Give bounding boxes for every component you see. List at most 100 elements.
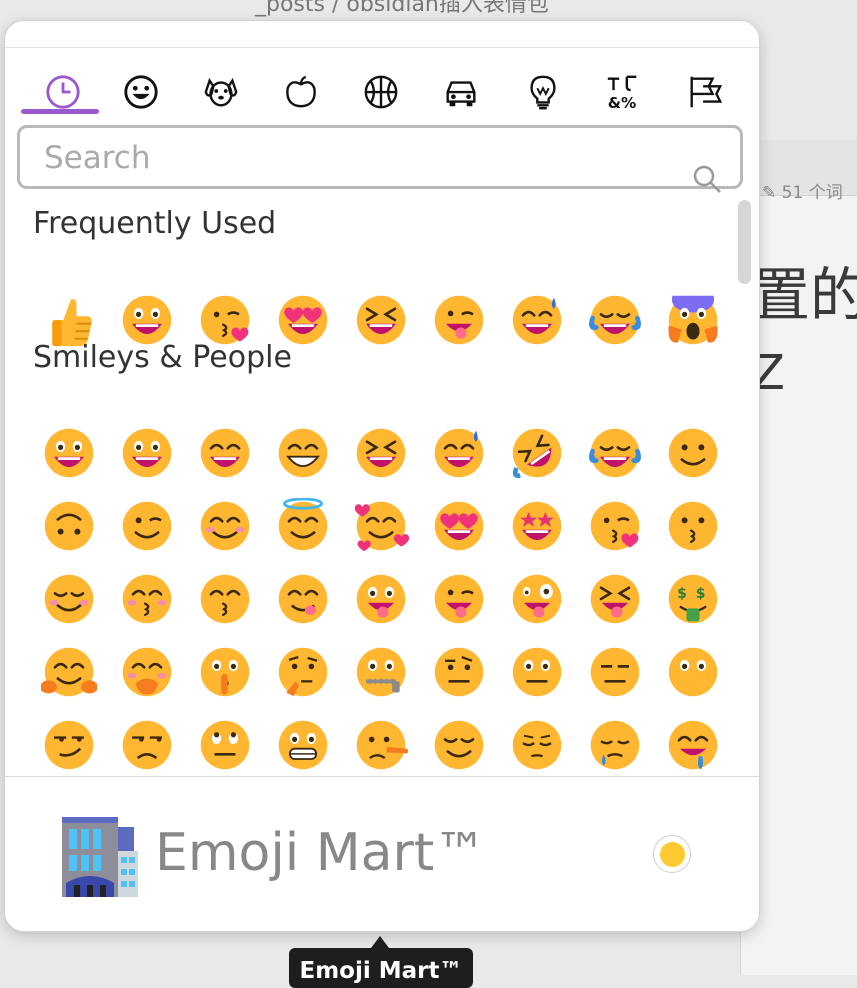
zany-icon (512, 574, 562, 624)
kissing-emoji-17[interactable] (663, 496, 723, 556)
expressionless-icon (590, 647, 640, 697)
category-flags-icon[interactable] (679, 69, 731, 115)
tooltip-arrow (371, 936, 389, 948)
grinning-big-eyes-icon (122, 428, 172, 478)
category-smileys-icon[interactable] (115, 69, 167, 115)
tears-of-joy-emoji-7[interactable] (585, 423, 645, 483)
smiling-hearts-icon (354, 501, 409, 552)
squinting-laugh-icon (356, 428, 406, 478)
screaming-fear-emoji-8[interactable] (663, 290, 723, 350)
category-places-icon[interactable] (435, 69, 487, 115)
section-title-frequent: Frequently Used (33, 206, 277, 241)
kissing-closed-eyes-icon (122, 574, 172, 624)
grimacing-grin-icon (278, 428, 328, 478)
heart-eyes-emoji-14[interactable] (429, 496, 489, 556)
skin-tone-button[interactable] (653, 835, 691, 873)
category-objects-icon[interactable] (517, 69, 569, 115)
neutral-emoji-33[interactable] (507, 642, 567, 702)
lying-emoji-40[interactable] (351, 715, 411, 775)
zipper-mouth-emoji-31[interactable] (351, 642, 411, 702)
star-struck-emoji-15[interactable] (507, 496, 567, 556)
pensive-emoji-42[interactable] (507, 715, 567, 775)
svg-text:&%: &% (608, 94, 636, 111)
grimacing-icon (278, 720, 328, 770)
category-nature-icon[interactable] (195, 69, 247, 115)
unamused-emoji-37[interactable] (117, 715, 177, 775)
emoji-picker: &% Frequently Used Smileys & People $$ (4, 20, 760, 932)
squinting-laugh-emoji-4[interactable] (351, 423, 411, 483)
sweat-smile-icon (512, 295, 562, 345)
raised-eyebrow-emoji-32[interactable] (429, 642, 489, 702)
search-input[interactable] (42, 134, 666, 182)
grimacing-emoji-39[interactable] (273, 715, 333, 775)
smirk-emoji-36[interactable] (39, 715, 99, 775)
basketball-icon (364, 75, 398, 109)
hand-over-mouth-emoji-28[interactable] (117, 642, 177, 702)
sweat-smile-icon (434, 428, 484, 478)
preview-title: Emoji Mart™ (155, 823, 487, 883)
sweat-smile-emoji-6[interactable] (507, 290, 567, 350)
smiling-hearts-emoji-13[interactable] (351, 496, 411, 556)
no-mouth-emoji-35[interactable] (663, 642, 723, 702)
scrollbar-thumb[interactable] (738, 200, 751, 284)
winking-tongue-icon (434, 295, 484, 345)
expressionless-emoji-34[interactable] (585, 642, 645, 702)
tongue-icon (356, 574, 406, 624)
shushing-emoji-29[interactable] (195, 642, 255, 702)
flags-icon (690, 76, 723, 108)
tears-of-joy-emoji-7[interactable] (585, 290, 645, 350)
beaming-emoji-2[interactable] (195, 423, 255, 483)
relaxed-icon (44, 574, 94, 624)
dog-icon (204, 77, 238, 107)
grinning-big-eyes-emoji-0[interactable] (39, 423, 99, 483)
kissing-heart-icon (590, 501, 640, 551)
hugging-emoji-27[interactable] (39, 642, 99, 702)
wink-icon (122, 501, 172, 551)
unamused-icon (122, 720, 172, 770)
relieved-emoji-41[interactable] (429, 715, 489, 775)
background-heading: 置的 (752, 261, 857, 329)
apple-icon (286, 75, 316, 108)
sleepy-icon (590, 720, 640, 770)
tongue-emoji-22[interactable] (351, 569, 411, 629)
rolling-eyes-icon (200, 720, 250, 770)
relaxed-emoji-18[interactable] (39, 569, 99, 629)
squinting-laugh-emoji-4[interactable] (351, 290, 411, 350)
emoji-scroll-area[interactable]: Frequently Used Smileys & People $ $ (5, 196, 759, 776)
grinning-big-eyes-emoji-1[interactable] (117, 423, 177, 483)
grinning-big-eyes-icon (44, 428, 94, 478)
money-mouth-emoji-26[interactable]: $ $ (663, 569, 723, 629)
car-icon (446, 81, 476, 107)
upside-down-emoji-9[interactable] (39, 496, 99, 556)
winking-tongue-emoji-23[interactable] (429, 569, 489, 629)
category-symbols-icon[interactable]: &% (597, 69, 649, 115)
halo-emoji-12[interactable] (273, 496, 333, 556)
shushing-icon (200, 647, 250, 697)
sweat-smile-emoji-5[interactable] (429, 423, 489, 483)
drooling-emoji-44[interactable] (663, 715, 723, 775)
svg-text:$: $ (696, 586, 706, 602)
smiling-eyes-blush-emoji-11[interactable] (195, 496, 255, 556)
search-icon (693, 165, 721, 193)
squint-tongue-emoji-25[interactable] (585, 569, 645, 629)
smiling-eyes-blush-icon (200, 501, 250, 551)
category-activity-icon[interactable] (355, 69, 407, 115)
grimacing-grin-emoji-3[interactable] (273, 423, 333, 483)
kissing-heart-emoji-16[interactable] (585, 496, 645, 556)
active-category-indicator (21, 109, 99, 114)
tears-of-joy-icon (589, 295, 641, 345)
winking-tongue-emoji-5[interactable] (429, 290, 489, 350)
thinking-emoji-30[interactable] (273, 642, 333, 702)
kissing-closed-eyes-emoji-19[interactable] (117, 569, 177, 629)
yum-emoji-21[interactable] (273, 569, 333, 629)
rofl-emoji-6[interactable] (507, 423, 567, 483)
category-foods-icon[interactable] (275, 69, 327, 115)
zany-emoji-24[interactable] (507, 569, 567, 629)
rolling-eyes-emoji-38[interactable] (195, 715, 255, 775)
kissing-icon (668, 501, 718, 551)
kissing-smiling-eyes-emoji-20[interactable] (195, 569, 255, 629)
wink-emoji-10[interactable] (117, 496, 177, 556)
sleepy-emoji-43[interactable] (585, 715, 645, 775)
raised-eyebrow-icon (434, 647, 484, 697)
slight-smile-emoji-8[interactable] (663, 423, 723, 483)
